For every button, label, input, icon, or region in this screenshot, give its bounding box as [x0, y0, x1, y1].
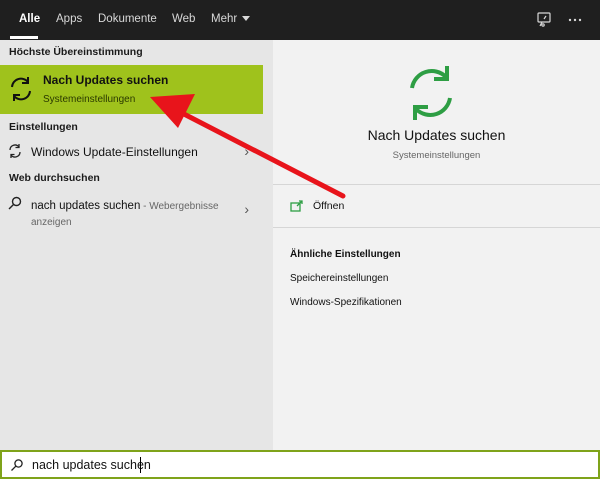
feedback-icon[interactable] — [534, 10, 554, 30]
best-match-title: Nach Updates suchen — [43, 73, 169, 87]
tab-web[interactable]: Web — [172, 0, 195, 40]
search-input[interactable] — [32, 455, 572, 475]
tab-alle[interactable]: Alle — [19, 0, 40, 40]
search-box[interactable] — [0, 450, 600, 479]
divider — [273, 184, 600, 185]
preview-panel: Nach Updates suchen Systemeinstellungen … — [273, 40, 600, 450]
tab-apps[interactable]: Apps — [56, 0, 82, 40]
tab-mehr-label: Mehr — [211, 13, 238, 25]
sync-icon — [400, 62, 462, 124]
open-action[interactable]: Öffnen — [290, 199, 580, 217]
preview-title: Nach Updates suchen — [367, 127, 506, 143]
more-icon[interactable] — [565, 10, 585, 30]
search-icon — [10, 458, 24, 472]
related-item-windows-spezifikationen[interactable]: Windows-Spezifikationen — [290, 297, 402, 308]
result-web-search[interactable]: nach updates suchen - Webergebnisse anzei… — [0, 190, 263, 232]
tab-mehr[interactable]: Mehr — [211, 0, 251, 40]
related-settings-header: Ähnliche Einstellungen — [290, 249, 401, 260]
open-app-icon — [290, 199, 304, 213]
chevron-down-icon — [242, 16, 251, 22]
chevron-right-icon: › — [244, 201, 249, 217]
open-action-label: Öffnen — [313, 200, 345, 212]
web-result-text: nach updates suchen - Webergebnisse anzei… — [31, 198, 231, 230]
related-item-speichereinstellungen[interactable]: Speichereinstellungen — [290, 273, 388, 284]
best-match-subtitle: Systemeinstellungen — [43, 94, 136, 105]
tab-dokumente[interactable]: Dokumente — [98, 0, 157, 40]
search-icon — [7, 195, 23, 211]
text-cursor — [140, 457, 141, 473]
sync-icon — [7, 75, 35, 103]
active-tab-indicator — [10, 36, 38, 39]
web-result-suffix: - Webergebnisse — [140, 201, 219, 212]
divider — [273, 227, 600, 228]
preview-subtitle: Systemeinstellungen — [392, 150, 481, 161]
settings-header: Einstellungen — [9, 121, 78, 133]
results-panel: Höchste Übereinstimmung Nach Updates suc… — [0, 40, 263, 450]
web-result-suffix-line2: anzeigen — [31, 217, 72, 228]
web-result-query: nach updates suchen — [31, 200, 141, 212]
search-scope-tabbar: Alle Apps Dokumente Web Mehr — [0, 0, 600, 40]
web-search-header: Web durchsuchen — [9, 172, 100, 184]
result-label: Windows Update-Einstellungen — [31, 145, 198, 159]
best-match-header: Höchste Übereinstimmung — [9, 46, 143, 58]
best-match-result[interactable]: Nach Updates suchen Systemeinstellungen — [0, 65, 263, 114]
sync-icon — [7, 143, 23, 159]
result-windows-update-settings[interactable]: Windows Update-Einstellungen › — [0, 138, 263, 164]
chevron-right-icon: › — [244, 143, 249, 159]
